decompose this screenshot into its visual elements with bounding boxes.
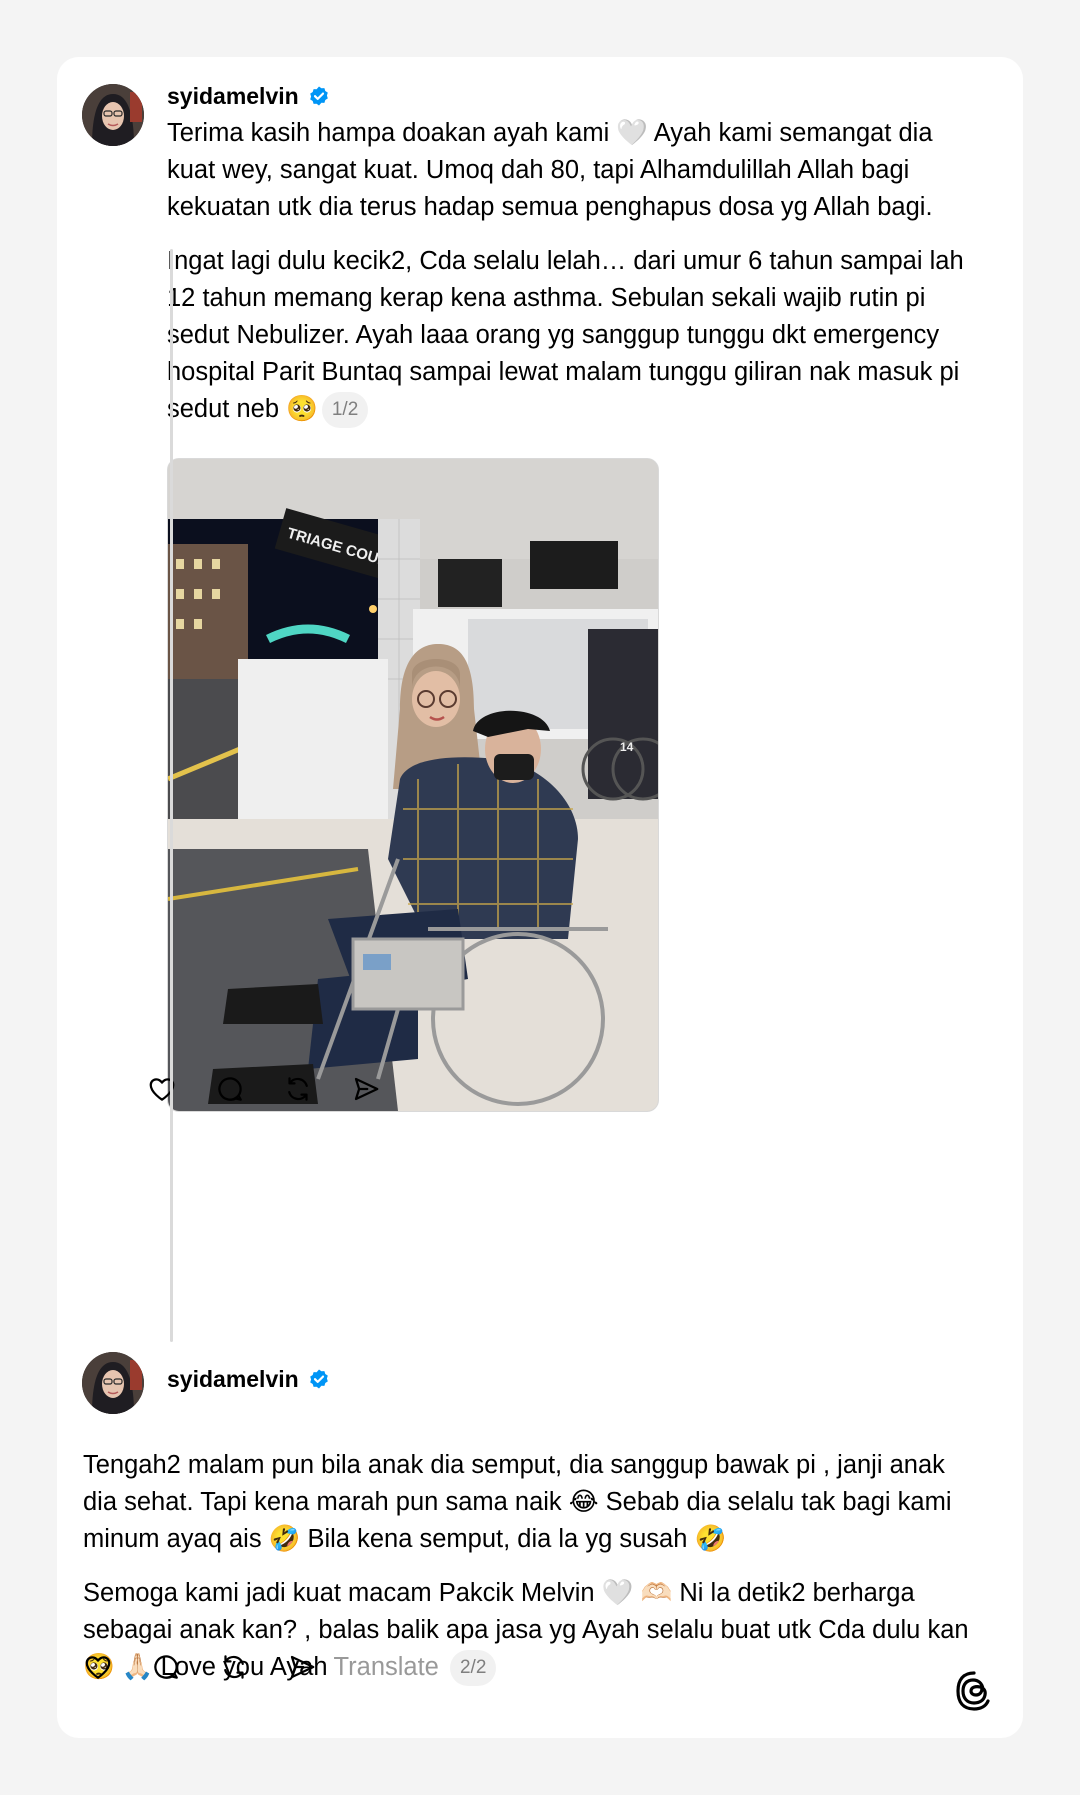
post-body: Tengah2 malam pun bila anak dia semput, … (83, 1447, 983, 1687)
post-body: Terima kasih hampa doakan ayah kami 🤍 Ay… (167, 115, 987, 429)
repost-icon[interactable] (283, 1074, 313, 1104)
page-indicator: 1/2 (321, 392, 369, 429)
username[interactable]: syidamelvin (167, 83, 299, 110)
post-paragraph: Ingat lagi dulu kecik2, Cda selalu lelah… (167, 247, 964, 423)
verified-badge-icon (307, 1368, 331, 1392)
post-paragraph: Terima kasih hampa doakan ayah kami 🤍 Ay… (167, 119, 933, 221)
username[interactable]: syidamelvin (167, 1366, 299, 1393)
wheelchair-number-text: 14 (620, 740, 634, 754)
post-paragraph: Tengah2 malam pun bila anak dia semput, … (83, 1451, 952, 1553)
heart-icon[interactable] (83, 1652, 113, 1682)
comment-icon[interactable] (215, 1074, 245, 1104)
thread-card: syidamelvin Terima kasih hampa doakan ay… (57, 57, 1023, 1738)
avatar[interactable] (82, 1352, 144, 1414)
verified-badge-icon (307, 85, 331, 109)
send-icon[interactable] (351, 1074, 381, 1104)
threads-logo-icon[interactable] (955, 1670, 993, 1712)
page-indicator: 2/2 (449, 1650, 497, 1687)
send-icon[interactable] (287, 1652, 317, 1682)
thread-connector-line (170, 249, 173, 1342)
post-photo[interactable]: TRIAGE COUNTER 14 (167, 458, 659, 1112)
comment-icon[interactable] (151, 1652, 181, 1682)
repost-icon[interactable] (219, 1652, 249, 1682)
translate-link[interactable]: Translate (334, 1653, 439, 1681)
avatar[interactable] (82, 84, 144, 146)
